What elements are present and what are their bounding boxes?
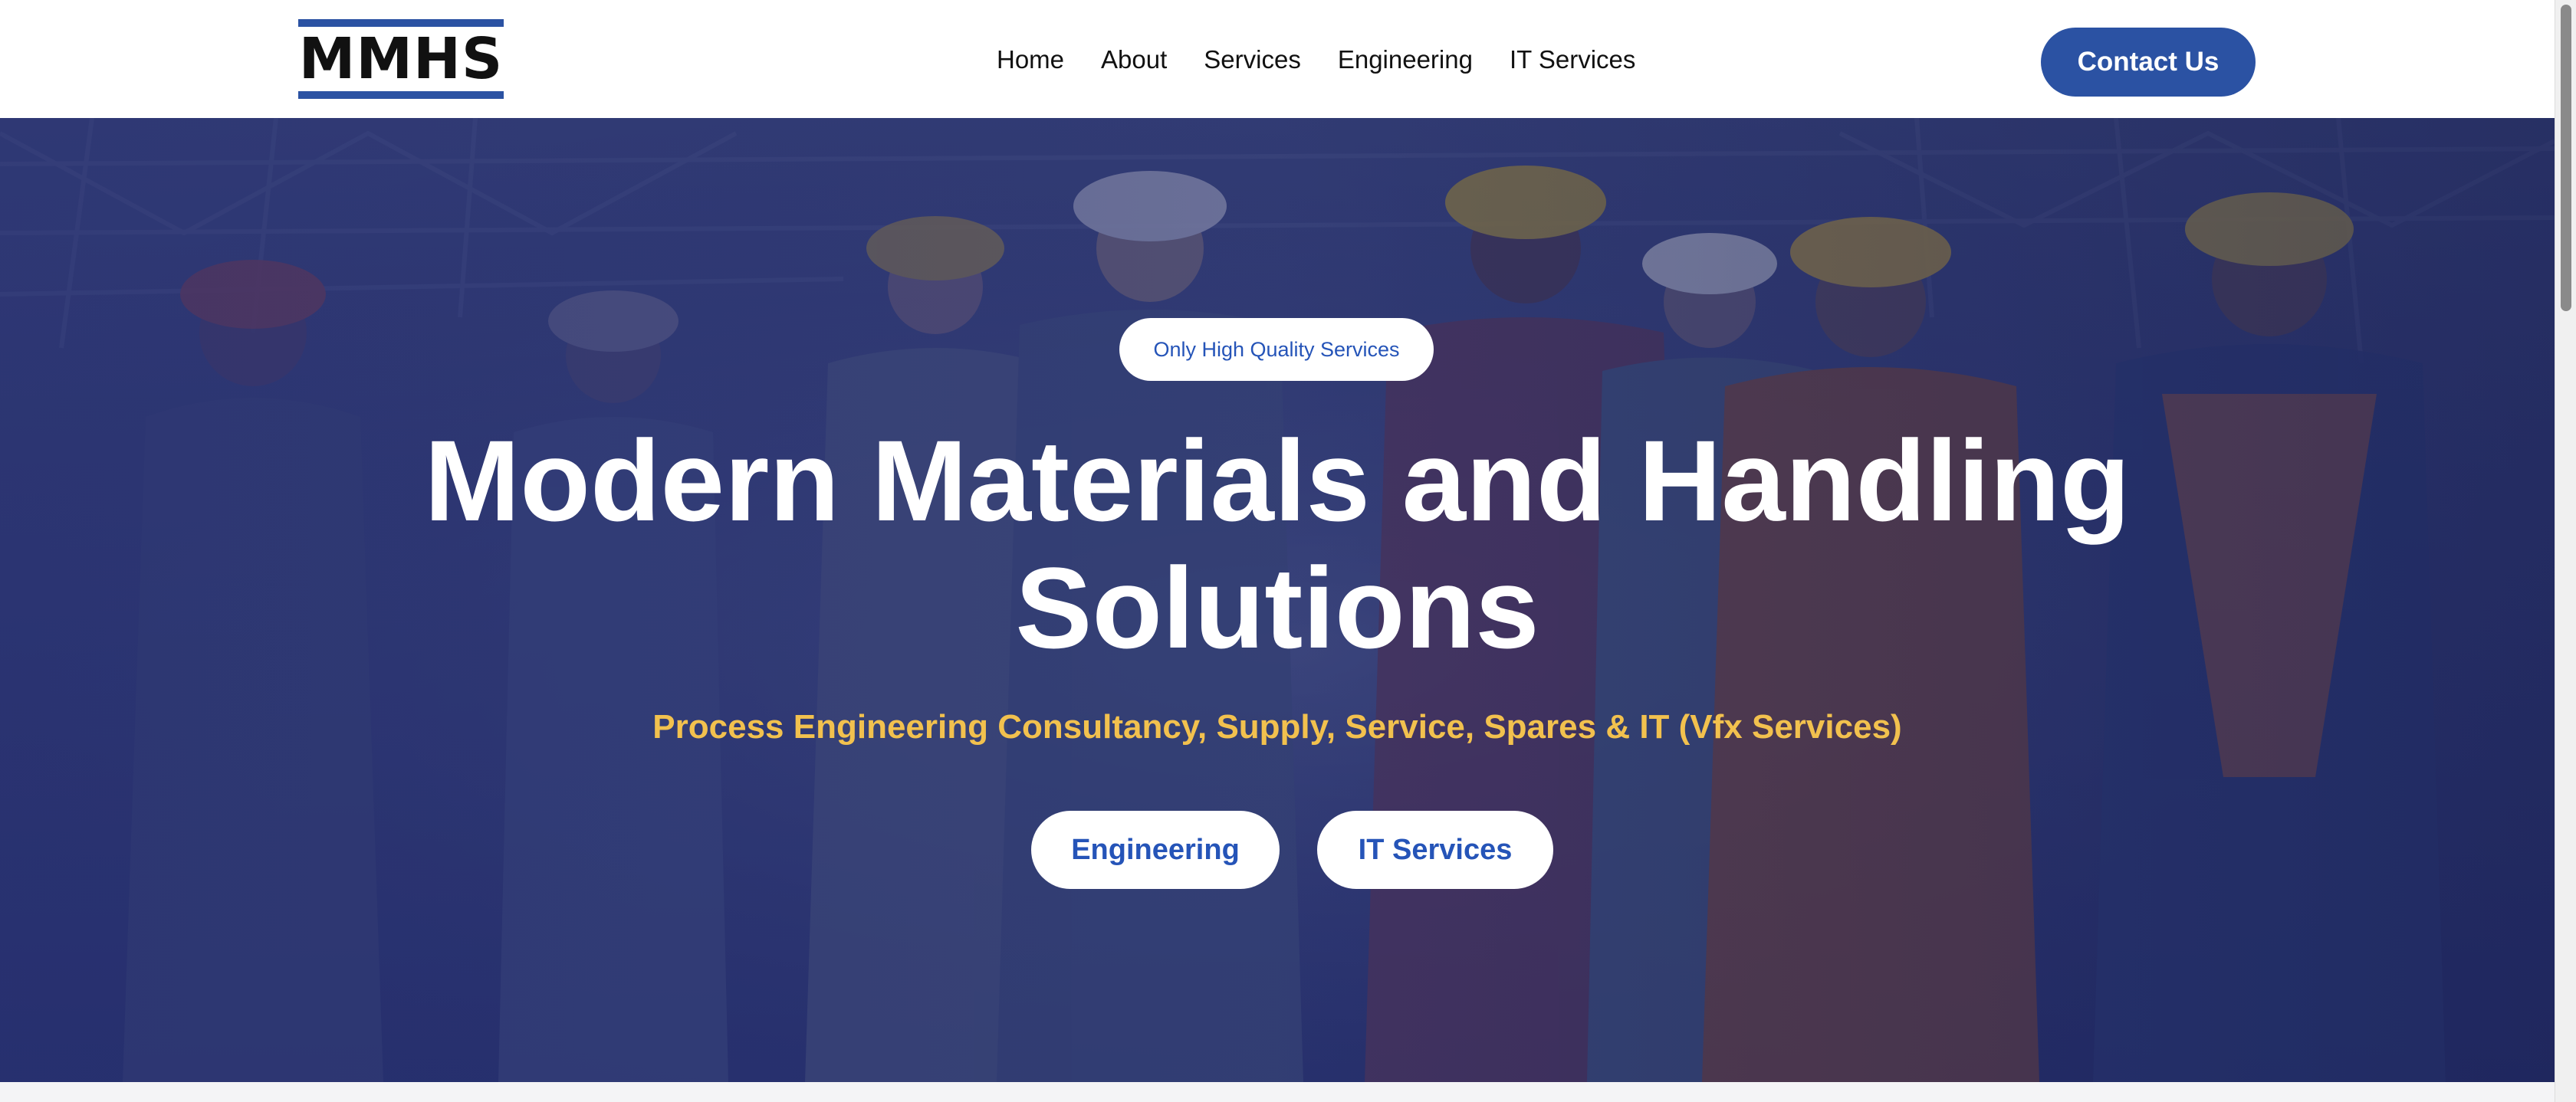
logo-bottom-bar	[298, 91, 504, 99]
hero-headline: Modern Materials and Handling Solutions	[357, 417, 2197, 671]
mmhs-logo[interactable]: MMHS	[298, 19, 504, 99]
nav-it-services[interactable]: IT Services	[1510, 45, 1635, 74]
page: MMHS Home About Services Engineering IT …	[0, 0, 2576, 1102]
headline-line-1: Modern Materials and Handling	[424, 416, 2131, 545]
contact-us-button[interactable]: Contact Us	[2041, 28, 2256, 97]
hero-subtitle: Process Engineering Consultancy, Supply,…	[652, 708, 1902, 746]
engineering-button[interactable]: Engineering	[1031, 811, 1280, 889]
it-services-button[interactable]: IT Services	[1317, 811, 1553, 889]
nav-services[interactable]: Services	[1204, 45, 1301, 74]
page-scrollbar[interactable]	[2555, 0, 2576, 1102]
logo-text: MMHS	[298, 26, 504, 92]
next-section-edge	[0, 1082, 2555, 1102]
quality-badge: Only High Quality Services	[1119, 318, 1434, 381]
main-nav: Home About Services Engineering IT Servi…	[997, 38, 1635, 81]
nav-engineering[interactable]: Engineering	[1338, 45, 1473, 74]
headline-line-2: Solutions	[1015, 543, 1539, 672]
nav-about[interactable]: About	[1101, 45, 1167, 74]
hero-section: Only High Quality Services Modern Materi…	[0, 118, 2555, 1082]
scrollbar-thumb[interactable]	[2561, 5, 2571, 311]
nav-home[interactable]: Home	[997, 45, 1064, 74]
site-header: MMHS Home About Services Engineering IT …	[0, 0, 2555, 118]
